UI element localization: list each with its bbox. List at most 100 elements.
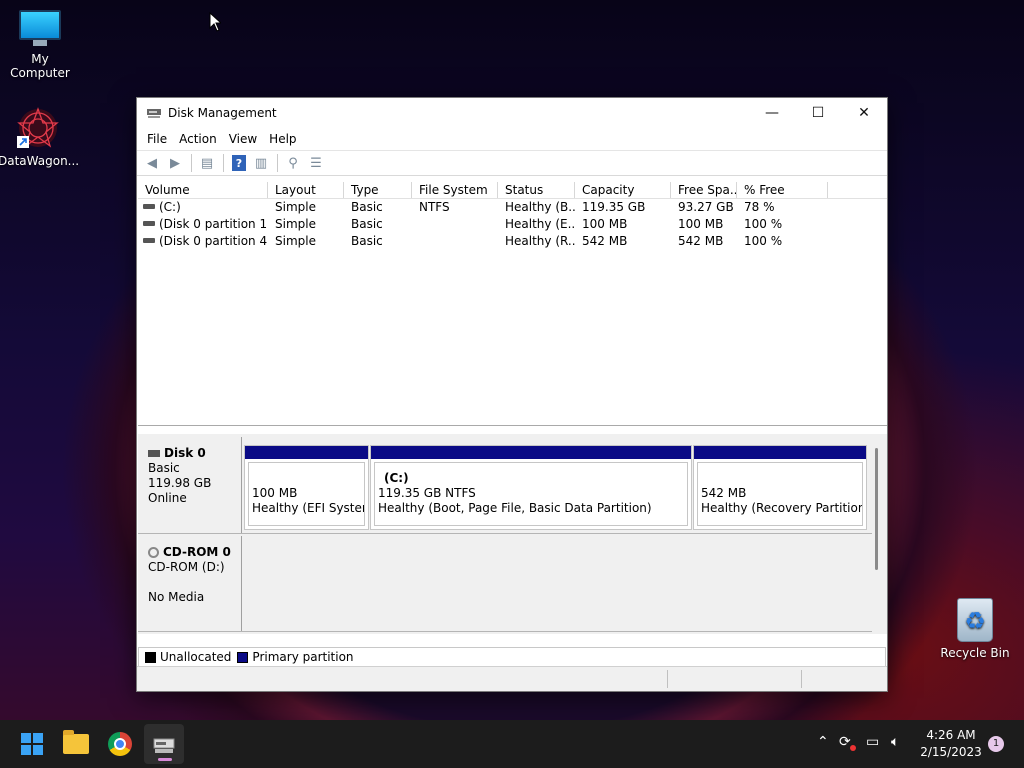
legend-primary-partition: Primary partition [252, 650, 354, 664]
toolbar-separator [191, 154, 192, 172]
title-bar[interactable]: Disk Management — ☐ ✕ [137, 98, 887, 128]
menu-file[interactable]: File [141, 130, 173, 148]
sync-icon[interactable]: ⟳ [839, 734, 851, 750]
status-bar-divider [801, 670, 802, 688]
clock-time: 4:26 AM [926, 728, 976, 742]
volume-status: Healthy (R... [505, 234, 575, 248]
disk-name: Disk 0 [164, 446, 206, 460]
volume-icon [143, 221, 155, 226]
properties-icon[interactable]: ▥ [250, 153, 272, 173]
window-title: Disk Management [168, 106, 277, 120]
back-arrow-icon[interactable]: ◀ [141, 153, 163, 173]
volume-icon [143, 238, 155, 243]
close-button[interactable]: ✕ [841, 98, 887, 128]
menu-view[interactable]: View [223, 130, 263, 148]
volume-list: Volume Layout Type File System Status Ca… [138, 182, 887, 426]
partition-status: Healthy (Boot, Page File, Basic Data Par… [378, 501, 652, 515]
column-volume[interactable]: Volume [138, 182, 268, 198]
cdrom-area[interactable] [243, 536, 872, 631]
volume-percent-free: 78 % [744, 200, 775, 214]
recycle-bin-icon: ♻ [957, 598, 993, 642]
volume-layout: Simple [275, 234, 316, 248]
partition-recovery[interactable]: 542 MB Healthy (Recovery Partition) [693, 445, 867, 530]
column-free-space[interactable]: Free Spa... [671, 182, 737, 198]
volume-capacity: 100 MB [582, 217, 628, 231]
volume-file-system [412, 216, 498, 233]
partition-name [252, 471, 364, 486]
volume-name: (C:) [159, 200, 181, 214]
desktop-icon-recycle-bin[interactable]: ♻ Recycle Bin [935, 598, 1015, 660]
rescan-icon[interactable]: ⚲ [282, 153, 304, 173]
desktop-icon-label: Recycle Bin [940, 646, 1010, 660]
volume-file-system: NTFS [419, 200, 450, 214]
clock-date: 2/15/2023 [920, 745, 982, 759]
disk-icon [148, 450, 160, 457]
start-icon[interactable] [16, 728, 48, 760]
chrome-icon[interactable] [104, 728, 136, 760]
volume-status: Healthy (E... [505, 217, 575, 231]
desktop-icon-my-computer[interactable]: My Computer [0, 10, 80, 80]
disk-0-row: Disk 0 Basic 119.98 GB Online 100 MB Hea… [138, 437, 872, 534]
console-tree-icon[interactable]: ▤ [196, 153, 218, 173]
legend-unallocated: Unallocated [160, 650, 232, 664]
disk-management-app-icon [146, 106, 162, 120]
partition-efi[interactable]: 100 MB Healthy (EFI System P [244, 445, 369, 530]
volume-capacity: 119.35 GB [582, 200, 646, 214]
volume-row[interactable]: (Disk 0 partition 4) Simple Basic Health… [138, 233, 887, 250]
column-layout[interactable]: Layout [268, 182, 344, 198]
volume-status: Healthy (B... [505, 200, 575, 214]
column-file-system[interactable]: File System [412, 182, 498, 198]
menu-action[interactable]: Action [173, 130, 223, 148]
minimize-button[interactable]: — [749, 98, 795, 128]
desktop-icon-label: DataWagon... [0, 154, 80, 168]
partition-status: Healthy (EFI System P [252, 501, 364, 515]
sync-error-badge [850, 745, 856, 751]
partition-name [701, 471, 862, 486]
mouse-cursor-icon [209, 12, 221, 32]
disk-view-scrollbar[interactable] [875, 448, 878, 570]
volume-row[interactable]: (C:) Simple Basic NTFS Healthy (B... 119… [138, 199, 887, 216]
volume-icon[interactable]: 🔈︎ [891, 734, 899, 750]
show-hidden-icons-icon[interactable]: ⌃ [817, 734, 829, 750]
legend: Unallocated Primary partition [138, 647, 886, 667]
datawagon-icon [15, 106, 61, 150]
volume-free-space: 93.27 GB [678, 200, 734, 214]
column-status[interactable]: Status [498, 182, 575, 198]
forward-arrow-icon[interactable]: ▶ [164, 153, 186, 173]
volume-type: Basic [351, 200, 383, 214]
status-bar-divider [667, 670, 668, 688]
volume-name: (Disk 0 partition 1) [159, 217, 268, 231]
desktop-icon-label: My Computer [10, 52, 70, 80]
notification-badge[interactable]: 1 [988, 736, 1004, 752]
partition-size: 119.35 GB NTFS [378, 486, 476, 500]
partition-name: (C:) [384, 471, 409, 485]
disk-media: No Media [148, 590, 205, 604]
network-icon[interactable]: ▭ [866, 734, 879, 750]
desktop-icon-datawagon[interactable]: DataWagon... [0, 106, 80, 168]
column-type[interactable]: Type [344, 182, 412, 198]
disk-management-icon[interactable] [148, 728, 180, 760]
partition-status: Healthy (Recovery Partition) [701, 501, 863, 515]
volume-file-system [412, 233, 498, 250]
disk-type: CD-ROM (D:) [148, 560, 225, 574]
volume-layout: Simple [275, 200, 316, 214]
help-icon[interactable]: ? [232, 155, 246, 171]
column-percent-free[interactable]: % Free [737, 182, 828, 198]
menu-help[interactable]: Help [263, 130, 302, 148]
volume-type: Basic [351, 234, 383, 248]
partition-c[interactable]: (C:) 119.35 GB NTFS Healthy (Boot, Page … [370, 445, 692, 530]
maximize-button[interactable]: ☐ [795, 98, 841, 128]
status-bar [137, 666, 887, 691]
volume-row[interactable]: (Disk 0 partition 1) Simple Basic Health… [138, 216, 887, 233]
volume-type: Basic [351, 217, 383, 231]
disk-0-label[interactable]: Disk 0 Basic 119.98 GB Online [138, 437, 242, 533]
volume-capacity: 542 MB [582, 234, 628, 248]
column-capacity[interactable]: Capacity [575, 182, 671, 198]
cdrom-0-label[interactable]: CD-ROM 0 CD-ROM (D:) No Media [138, 536, 242, 631]
list-icon[interactable]: ☰ [305, 153, 327, 173]
toolbar-separator [277, 154, 278, 172]
clock[interactable]: 4:26 AM 2/15/2023 [918, 727, 984, 761]
disk-management-window: Disk Management — ☐ ✕ File Action View H… [136, 97, 888, 692]
file-explorer-icon[interactable] [60, 728, 92, 760]
disk-graphical-view: Disk 0 Basic 119.98 GB Online 100 MB Hea… [138, 434, 887, 634]
